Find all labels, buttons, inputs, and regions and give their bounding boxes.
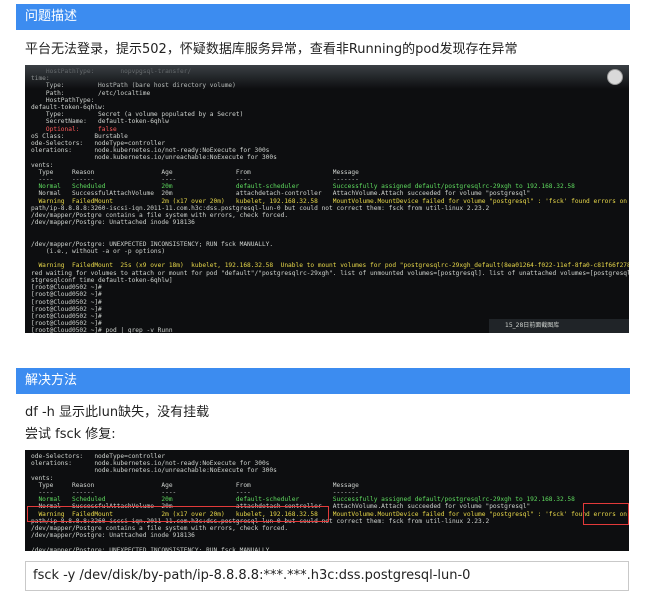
terminal-line: /dev/mapper/Postgre: UNEXPECTED INCONSIS… bbox=[31, 240, 274, 248]
terminal-line: Path: /etc/localtime bbox=[31, 89, 151, 97]
terminal-line: path/ip-8.8.8.8:3260-iscsi-iqn.2011-11.c… bbox=[31, 517, 490, 525]
terminal-line: default-token-6qhlw: bbox=[31, 104, 106, 112]
terminal-line: (i.e., without -a or -p options) bbox=[31, 248, 166, 256]
terminal-line: [root@Cloud0502 ~]# bbox=[31, 284, 102, 292]
terminal-line: Normal Scheduled 20m default-scheduler S… bbox=[31, 183, 575, 191]
terminal-line: ode-Selectors: nodeType=controller bbox=[31, 140, 166, 148]
terminal-line: /dev/mapper/Postgre: Unattached inode 91… bbox=[31, 219, 195, 227]
terminal-line: HostPathType: bbox=[31, 96, 95, 104]
terminal-line: Type Reason Age From Message bbox=[31, 481, 359, 489]
terminal-line: oS Class: Burstable bbox=[31, 132, 128, 140]
terminal-line: olerations: node.kubernetes.io/not-ready… bbox=[31, 460, 270, 468]
terminal-line: Type Reason Age From Message bbox=[31, 168, 359, 176]
section-header-solution: 解决方法 bbox=[16, 368, 630, 394]
window-control-icon bbox=[607, 69, 623, 85]
terminal-line: Warning FailedMount 2m (x17 over 20m) ku… bbox=[38, 197, 628, 205]
terminal-line: /dev/mapper/Postgre contains a file syst… bbox=[31, 525, 289, 533]
terminal-line: vents: bbox=[31, 161, 54, 169]
terminal-line: ---- ------ ---- ---- ------- bbox=[31, 176, 359, 184]
terminal-screenshot-2: ode-Selectors: nodeType=controller olerat… bbox=[25, 450, 629, 551]
fsck-command: fsck -y /dev/disk/by-path/ip-8.8.8.8:***… bbox=[33, 568, 471, 583]
section-header-problem: 问题描述 bbox=[16, 4, 630, 30]
section-title: 解决方法 bbox=[25, 373, 78, 388]
terminal-line: [root@Cloud0502 ~]# bbox=[31, 298, 102, 306]
section-title: 问题描述 bbox=[25, 9, 78, 24]
terminal-line: [root@Cloud0502 ~]# bbox=[31, 291, 102, 299]
terminal-line: Type: HostPath (bare host directory volu… bbox=[31, 82, 236, 90]
terminal-line: ode-Selectors: nodeType=controller bbox=[31, 453, 166, 460]
taskbar: 15_28日前面截图库 bbox=[489, 319, 629, 333]
terminal-line: [root@Cloud0502 ~]# bbox=[31, 305, 102, 313]
command-box: fsck -y /dev/disk/by-path/ip-8.8.8.8:***… bbox=[25, 561, 629, 591]
terminal-line: Optional: false bbox=[31, 125, 117, 133]
terminal-line: /dev/mapper/Postgre: Unattached inode 91… bbox=[31, 532, 195, 540]
terminal-line: node.kubernetes.io/unreachable:NoExecute… bbox=[31, 154, 277, 162]
terminal-line: ---- ------ ---- ---- ------- bbox=[31, 489, 359, 497]
terminal-line: time: bbox=[31, 75, 50, 83]
solution-line-2: 尝试 fsck 修复: bbox=[25, 427, 116, 442]
problem-description: 平台无法登录，提示502，怀疑数据库服务异常，查看非Running的pod发现存… bbox=[25, 42, 518, 57]
terminal-line: SecretName: default-token-6qhlw bbox=[31, 118, 169, 126]
terminal-line: Warning FailedMount 25s (x9 over 18m) ku… bbox=[38, 262, 629, 270]
terminal-line: red waiting for volumes to attach or mou… bbox=[31, 269, 629, 277]
terminal-line: /dev/mapper/Postgre contains a file syst… bbox=[31, 212, 289, 220]
terminal-lines: ode-Selectors: nodeType=controller olerat… bbox=[31, 453, 628, 551]
terminal-line: path/ip-8.8.8.8:3260-iscsi-iqn.2011-11.c… bbox=[31, 204, 490, 212]
taskbar-label: 15_28日前面截图库 bbox=[505, 322, 560, 329]
terminal-line: Normal SuccessfulAttachVolume 20m attach… bbox=[31, 190, 531, 198]
terminal-lines: HostPathType: nopvpgsql-transfer/time: T… bbox=[31, 68, 629, 333]
terminal-screenshot-1: HostPathType: nopvpgsql-transfer/time: T… bbox=[25, 65, 629, 333]
terminal-line: node.kubernetes.io/unreachable:NoExecute… bbox=[31, 467, 277, 475]
terminal-line: vents: bbox=[31, 474, 54, 482]
terminal-line: olerations: node.kubernetes.io/not-ready… bbox=[31, 147, 270, 155]
terminal-line: Normal Scheduled 20m default-scheduler S… bbox=[31, 496, 575, 504]
terminal-line: Warning FailedMount 2m (x17 over 20m) ku… bbox=[38, 510, 628, 518]
terminal-line: Normal SuccessfulAttachVolume 20m attach… bbox=[31, 503, 531, 511]
solution-line-1: df -h 显示此lun缺失，没有挂载 bbox=[25, 405, 210, 420]
terminal-line: /dev/mapper/Postgre: UNEXPECTED INCONSIS… bbox=[31, 546, 274, 551]
terminal-line: HostPathType: nopvpgsql-transfer/ bbox=[31, 68, 192, 75]
terminal-line: Type: Secret (a volume populated by a Se… bbox=[31, 111, 244, 119]
terminal-line: stgresqlconf time default-token-6qhlw] bbox=[31, 276, 173, 284]
